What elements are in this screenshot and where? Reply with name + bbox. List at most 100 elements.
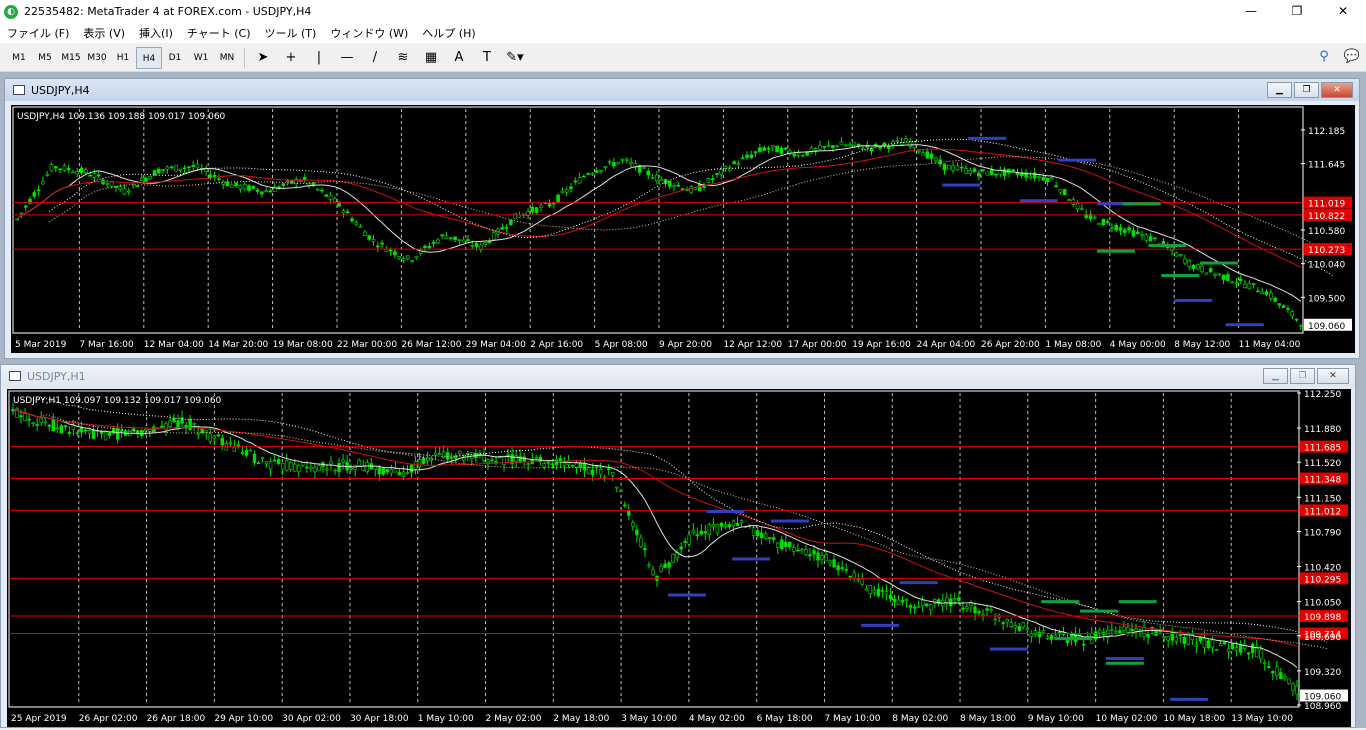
candle-body [1131,230,1136,237]
candle-body [195,163,200,169]
timeframe-m5-button[interactable]: M5 [32,47,58,69]
menu-charts[interactable]: チャート (C) [180,25,258,41]
price-chart-h1[interactable]: 25 Apr 2019 26 Apr 02:00 26 Apr 18:00 29 Ap… [7,389,1351,727]
chart-window-title-bar[interactable]: USDJPY,H4 ▁ ❐ ✕ [5,79,1359,101]
timeframe-h1-button[interactable]: H1 [110,47,136,69]
zone-marker[interactable] [1105,657,1144,661]
candle-body [878,146,882,149]
candle-body [1101,218,1106,226]
timeframe-w1-button[interactable]: W1 [188,47,214,69]
price-chart-h4[interactable]: 5 Mar 2019 7 Mar 16:00 12 Mar 04:00 14 Mar … [11,105,1355,353]
zone-marker[interactable] [899,581,938,585]
chart-minimize-button[interactable]: ▁ [1263,368,1288,384]
timeframe-m1-button[interactable]: M1 [6,47,32,69]
trendline-icon[interactable]: / [361,47,389,69]
candle-body [62,165,67,171]
minimize-button[interactable]: — [1228,0,1274,23]
candle-body [892,598,897,603]
zone-marker[interactable] [770,519,809,523]
chart-close-button[interactable]: ✕ [1321,82,1353,98]
timeframe-m30-button[interactable]: M30 [84,47,110,69]
search-icon[interactable]: ⚲ [1310,46,1338,68]
zone-marker[interactable] [1054,637,1093,641]
candle-body [736,163,741,166]
zone-marker[interactable] [1058,158,1097,162]
menu-view[interactable]: 表示 (V) [76,25,132,41]
candle-body [502,455,506,466]
chat-icon[interactable]: 💬 [1338,46,1366,68]
zone-marker[interactable] [706,510,745,514]
zone-marker[interactable] [1199,261,1238,265]
chart-window-h4[interactable]: USDJPY,H4 ▁ ❐ ✕ 5 Mar 2019 7 Mar 16:00 12 … [4,78,1360,359]
chart-minimize-button[interactable]: ▁ [1267,82,1292,98]
chart-canvas-h1[interactable]: 25 Apr 2019 26 Apr 02:00 26 Apr 18:00 29 Ap… [7,389,1351,727]
toolbar-separator [244,47,245,68]
chart-window-h1[interactable]: USDJPY,H1 ▁ ❐ ✕ 25 Apr 2019 26 Apr 02:00 2… [0,364,1356,728]
zone-marker[interactable] [1148,244,1187,248]
candle-body [58,168,62,171]
menu-tools[interactable]: ツール (T) [258,25,324,41]
zone-marker[interactable] [1174,298,1213,302]
menu-file[interactable]: ファイル (F) [0,25,76,41]
chart-close-button[interactable]: ✕ [1317,368,1349,384]
zone-marker[interactable] [968,136,1007,140]
zone-marker[interactable] [1096,249,1135,253]
time-axis-label: 4 May 00:00 [1110,340,1166,350]
zone-marker[interactable] [732,557,771,561]
channel-icon[interactable]: ▦ [417,47,445,69]
chart-canvas-h4[interactable]: 5 Mar 2019 7 Mar 16:00 12 Mar 04:00 14 Mar … [11,105,1355,353]
zone-marker[interactable] [1122,202,1161,206]
chart-restore-button[interactable]: ❐ [1294,82,1319,98]
cursor-icon[interactable]: ➤ [249,47,277,69]
menu-help[interactable]: ヘルプ (H) [415,25,482,41]
fibonacci-icon[interactable]: ≋ [389,47,417,69]
candle-body [691,529,695,534]
menu-insert[interactable]: 挿入(I) [132,25,180,41]
zone-marker[interactable] [942,183,981,187]
candle-body [772,537,776,540]
zone-marker[interactable] [1105,661,1144,665]
candle-body [1041,177,1046,181]
candle-body [105,182,110,185]
candle-body [409,464,414,473]
zone-marker[interactable] [1019,199,1058,203]
text-icon[interactable]: A [445,47,473,69]
candle-body [71,171,75,174]
zone-marker[interactable] [1041,600,1080,604]
candle-body [945,597,949,603]
chart-restore-button[interactable]: ❐ [1290,368,1315,384]
zone-marker[interactable] [1225,323,1264,327]
candle-body [19,415,23,418]
chart-window-title-bar[interactable]: USDJPY,H1 ▁ ❐ ✕ [1,365,1355,387]
crosshair-icon[interactable]: + [277,47,305,69]
zone-marker[interactable] [1080,609,1119,613]
zone-marker[interactable] [667,593,706,597]
timeframe-d1-button[interactable]: D1 [162,47,188,69]
window-title: 22535482: MetaTrader 4 at FOREX.com - US… [24,5,312,18]
zone-marker[interactable] [1170,697,1209,701]
zone-marker[interactable] [1118,600,1157,604]
candle-body [325,468,329,471]
mdi-client-area: USDJPY,H4 ▁ ❐ ✕ 5 Mar 2019 7 Mar 16:00 12 … [0,72,1366,728]
vertical-line-icon[interactable]: | [305,47,333,69]
timeframe-h4-button[interactable]: H4 [136,46,162,69]
time-axis-label: 26 Apr 02:00 [79,714,138,724]
level-price-label: 109.898 [1304,613,1341,623]
timeframe-mn-button[interactable]: MN [214,47,240,69]
menu-window[interactable]: ウィンドウ (W) [323,25,415,41]
zone-marker[interactable] [989,647,1028,651]
zone-marker[interactable] [861,623,900,627]
price-axis-label: 109.690 [1304,633,1341,643]
candle-body [627,511,631,516]
candle-body [707,524,712,535]
horizontal-line-icon[interactable]: — [333,47,361,69]
zone-marker[interactable] [1161,274,1200,277]
label-icon[interactable]: T [473,47,501,69]
maximize-button[interactable]: ❐ [1274,0,1320,23]
timeframe-m15-button[interactable]: M15 [58,47,84,69]
close-button[interactable]: ✕ [1320,0,1366,23]
shapes-icon[interactable]: ✎▾ [501,47,529,69]
candle-body [251,185,256,189]
candle-body [1255,646,1259,658]
candle-body [770,145,775,148]
